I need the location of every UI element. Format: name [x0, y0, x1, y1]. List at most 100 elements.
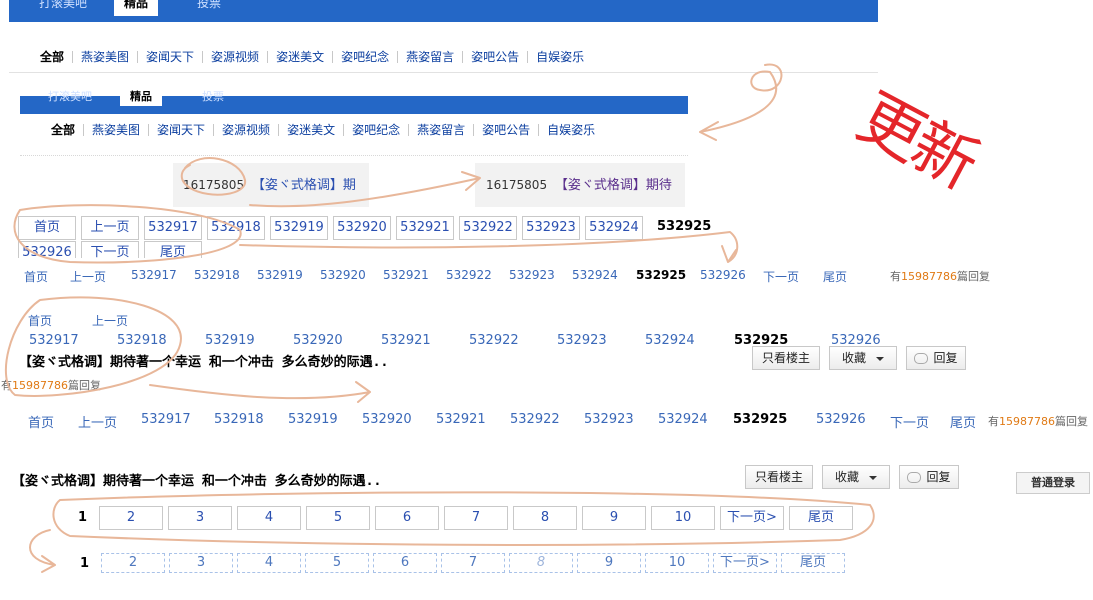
pager-page[interactable]: 532920 — [293, 333, 343, 348]
pager-page[interactable]: 532917 — [29, 333, 79, 348]
subnav-item[interactable]: 姿迷美文 — [278, 124, 343, 136]
subnav-item[interactable]: 姿源视频 — [202, 51, 267, 63]
pager-page[interactable]: 8 — [509, 553, 573, 573]
subnav-item[interactable]: 燕姿美图 — [83, 124, 148, 136]
pager-page[interactable]: 532926 — [816, 412, 866, 427]
subnav-item[interactable]: 姿迷美文 — [267, 51, 332, 63]
pager-page[interactable]: 532920 — [320, 268, 366, 282]
tab-bar-item[interactable]: 投票 — [187, 0, 231, 16]
pager-page[interactable]: 532923 — [509, 268, 555, 282]
pager-page[interactable]: 2 — [99, 506, 163, 530]
pager-next[interactable]: 下一页> — [713, 553, 777, 573]
pager-page[interactable]: 532919 — [270, 216, 328, 240]
pager-page[interactable]: 9 — [577, 553, 641, 573]
pager-page[interactable]: 6 — [373, 553, 437, 573]
pager-last[interactable]: 尾页 — [823, 268, 847, 285]
subnav-item[interactable]: 燕姿留言 — [397, 51, 462, 63]
subnav-item[interactable]: 姿吧纪念 — [332, 51, 397, 63]
subnav-item[interactable]: 自娱姿乐 — [527, 51, 592, 63]
pager-next[interactable]: 下一页 — [81, 241, 139, 258]
pager-page[interactable]: 532922 — [446, 268, 492, 282]
thread-snippet-b[interactable]: 16175805 【姿ヾ式格调】期待 — [475, 163, 685, 207]
pager-next[interactable]: 下一页> — [720, 506, 784, 530]
only-op-button[interactable]: 只看楼主 — [752, 346, 820, 370]
subnav-item[interactable]: 姿吧公告 — [473, 124, 538, 136]
subnav-item[interactable]: 姿闻天下 — [148, 124, 213, 136]
pager-page[interactable]: 532918 — [214, 412, 264, 427]
login-button[interactable]: 普通登录 — [1016, 472, 1090, 494]
pager-page[interactable]: 532923 — [522, 216, 580, 240]
pager-page[interactable]: 4 — [237, 506, 301, 530]
pager-page[interactable]: 8 — [513, 506, 577, 530]
pager-page[interactable]: 532920 — [362, 412, 412, 427]
pager-page[interactable]: 9 — [582, 506, 646, 530]
tab-bar-item-active[interactable]: 精品 — [114, 0, 159, 16]
pager-next[interactable]: 下一页 — [763, 268, 799, 285]
subnav-item-all[interactable]: 全部 — [40, 51, 72, 63]
pager-page[interactable]: 532922 — [510, 412, 560, 427]
favorite-button[interactable]: 收藏 — [829, 346, 897, 370]
pager-page[interactable]: 532923 — [584, 412, 634, 427]
pager-page[interactable]: 532921 — [396, 216, 454, 240]
pager-page[interactable]: 532917 — [141, 412, 191, 427]
favorite-button[interactable]: 收藏 — [822, 465, 890, 489]
pager-prev[interactable]: 上一页 — [70, 268, 106, 285]
pager-page[interactable]: 5 — [306, 506, 370, 530]
pager-first[interactable]: 首页 — [18, 216, 76, 240]
pager-last[interactable]: 尾页 — [144, 241, 202, 258]
only-op-button[interactable]: 只看楼主 — [745, 465, 813, 489]
tab-bar-item[interactable]: 打滚美吧 — [38, 88, 102, 106]
pager-page[interactable]: 532921 — [383, 268, 429, 282]
pager-last[interactable]: 尾页 — [781, 553, 845, 573]
reply-button[interactable]: 回复 — [899, 465, 959, 489]
subnav-item[interactable]: 姿吧纪念 — [343, 124, 408, 136]
subnav-item[interactable]: 姿吧公告 — [462, 51, 527, 63]
pager-next[interactable]: 下一页 — [890, 412, 929, 431]
pager-page[interactable]: 532919 — [288, 412, 338, 427]
subnav-item[interactable]: 姿源视频 — [213, 124, 278, 136]
pager-page[interactable]: 7 — [441, 553, 505, 573]
pager-page[interactable]: 532922 — [469, 333, 519, 348]
pager-page[interactable]: 532918 — [207, 216, 265, 240]
pager-page[interactable]: 532918 — [194, 268, 240, 282]
pager-page[interactable]: 532917 — [131, 268, 177, 282]
subnav-item[interactable]: 燕姿美图 — [72, 51, 137, 63]
subnav-item[interactable]: 姿闻天下 — [137, 51, 202, 63]
pager-page[interactable]: 532918 — [117, 333, 167, 348]
pager-page[interactable]: 2 — [101, 553, 165, 573]
pager-page[interactable]: 532926 — [18, 241, 76, 258]
pager-page[interactable]: 5 — [305, 553, 369, 573]
pager-page[interactable]: 532919 — [205, 333, 255, 348]
pager-page[interactable]: 3 — [168, 506, 232, 530]
pager-prev[interactable]: 上一页 — [78, 412, 117, 431]
pager-last[interactable]: 尾页 — [789, 506, 853, 530]
pager-page[interactable]: 532924 — [658, 412, 708, 427]
pager-first[interactable]: 首页 — [24, 268, 48, 285]
pager-page[interactable]: 532921 — [381, 333, 431, 348]
pager-page[interactable]: 532923 — [557, 333, 607, 348]
thread-snippet-title[interactable]: 【姿ヾ式格调】期 — [252, 178, 356, 193]
subnav-item[interactable]: 自娱姿乐 — [538, 124, 603, 136]
pager-page[interactable]: 6 — [375, 506, 439, 530]
pager-page[interactable]: 3 — [169, 553, 233, 573]
pager-page[interactable]: 532917 — [144, 216, 202, 240]
tab-bar-item[interactable]: 打滚美吧 — [29, 0, 97, 16]
pager-page[interactable]: 10 — [645, 553, 709, 573]
pager-page[interactable]: 10 — [651, 506, 715, 530]
thread-snippet-title[interactable]: 【姿ヾ式格调】期待 — [555, 178, 672, 193]
thread-snippet-a[interactable]: 16175805 【姿ヾ式格调】期 — [173, 163, 369, 207]
pager-prev[interactable]: 上一页 — [81, 216, 139, 240]
pager-page[interactable]: 4 — [237, 553, 301, 573]
pager-page[interactable]: 532919 — [257, 268, 303, 282]
subnav-item[interactable]: 燕姿留言 — [408, 124, 473, 136]
subnav-item-all[interactable]: 全部 — [51, 124, 83, 136]
tab-bar-item-active[interactable]: 精品 — [120, 88, 162, 106]
pager-last[interactable]: 尾页 — [950, 412, 976, 431]
tab-bar-item[interactable]: 投票 — [192, 88, 234, 106]
pager-page[interactable]: 532922 — [459, 216, 517, 240]
pager-first[interactable]: 首页 — [28, 412, 54, 431]
pager-page[interactable]: 532926 — [700, 268, 746, 282]
pager-prev[interactable]: 上一页 — [92, 312, 128, 329]
pager-page[interactable]: 532924 — [572, 268, 618, 282]
pager-first[interactable]: 首页 — [28, 312, 52, 329]
